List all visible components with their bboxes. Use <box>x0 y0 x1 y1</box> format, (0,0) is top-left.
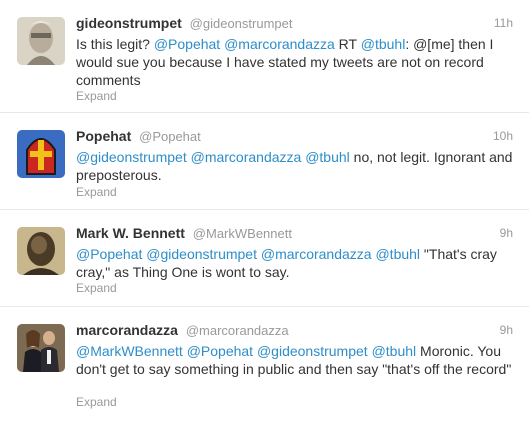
expand-link[interactable]: Expand <box>76 395 117 409</box>
tweet-timestamp[interactable]: 11h <box>494 16 513 30</box>
tweet-text: @Popehat @gideonstrumpet @marcorandazza … <box>76 245 516 281</box>
tweet-item[interactable]: marcorandazza @marcorandazza 9h @MarkWBe… <box>0 307 529 428</box>
mention-link[interactable]: @gideonstrumpet <box>257 343 368 359</box>
tweet-text: Is this legit? @Popehat @marcorandazza R… <box>76 35 516 89</box>
mention-link[interactable]: @marcorandazza <box>191 149 302 165</box>
author-name[interactable]: Popehat <box>76 128 131 144</box>
tweet-timeline: gideonstrumpet @gideonstrumpet 11h Is th… <box>0 0 529 428</box>
mention-link[interactable]: @tbuhl <box>361 36 406 52</box>
mention-link[interactable]: @tbuhl <box>375 246 420 262</box>
tweet-item[interactable]: gideonstrumpet @gideonstrumpet 11h Is th… <box>0 0 529 113</box>
avatar[interactable] <box>17 130 65 178</box>
tweet-text: @MarkWBennett @Popehat @gideonstrumpet @… <box>76 342 516 378</box>
tweet-item[interactable]: Popehat @Popehat 10h @gideonstrumpet @ma… <box>0 113 529 210</box>
tweet-timestamp[interactable]: 10h <box>493 129 513 143</box>
tweet-text: @gideonstrumpet @marcorandazza @tbuhl no… <box>76 148 516 184</box>
mention-link[interactable]: @marcorandazza <box>261 246 372 262</box>
author-name[interactable]: Mark W. Bennett <box>76 225 185 241</box>
tweet-text-segment: Is this legit? <box>76 36 154 52</box>
mention-link[interactable]: @marcorandazza <box>224 36 335 52</box>
avatar[interactable] <box>17 324 65 372</box>
mention-link[interactable]: @Popehat <box>154 36 220 52</box>
avatar[interactable] <box>17 227 65 275</box>
mention-link[interactable]: @tbuhl <box>372 343 417 359</box>
expand-link[interactable]: Expand <box>76 89 117 103</box>
mention-link[interactable]: @gideonstrumpet <box>76 149 187 165</box>
mention-link[interactable]: @Popehat <box>187 343 253 359</box>
tweet-timestamp[interactable]: 9h <box>500 226 513 240</box>
author-name[interactable]: gideonstrumpet <box>76 15 182 31</box>
expand-link[interactable]: Expand <box>76 281 117 295</box>
avatar[interactable] <box>17 17 65 65</box>
mention-link[interactable]: @MarkWBennett <box>76 343 183 359</box>
author-username[interactable]: @Popehat <box>139 129 201 144</box>
mention-link[interactable]: @Popehat <box>76 246 142 262</box>
author-username[interactable]: @MarkWBennett <box>193 226 292 241</box>
author-name[interactable]: marcorandazza <box>76 322 178 338</box>
tweet-timestamp[interactable]: 9h <box>500 323 513 337</box>
tweet-item[interactable]: Mark W. Bennett @MarkWBennett 9h @Popeha… <box>0 210 529 307</box>
expand-link[interactable]: Expand <box>76 185 117 199</box>
mention-link[interactable]: @tbuhl <box>305 149 350 165</box>
author-username[interactable]: @marcorandazza <box>186 323 289 338</box>
tweet-text-segment: RT <box>334 36 361 52</box>
author-username[interactable]: @gideonstrumpet <box>190 16 293 31</box>
mention-link[interactable]: @gideonstrumpet <box>146 246 257 262</box>
